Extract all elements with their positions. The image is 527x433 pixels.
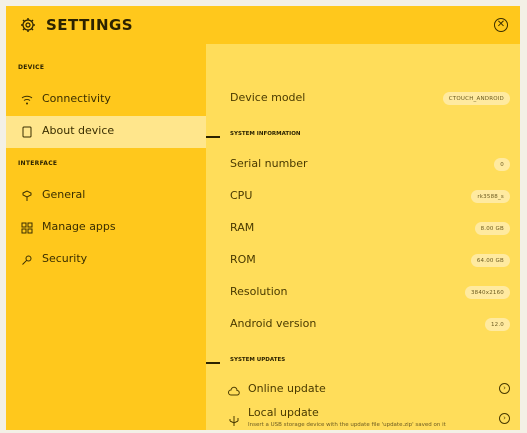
info-value: 64.00 GB [470, 254, 510, 267]
sidebar-item-label: Security [42, 252, 88, 265]
sidebar-item-manage-apps[interactable]: Manage apps [6, 212, 206, 244]
sidebar-item-label: Manage apps [42, 220, 116, 233]
about-device-panel: Device model CTOUCH_ANDROID SYSTEM INFOR… [206, 44, 520, 430]
info-label: RAM [230, 221, 255, 234]
info-label: CPU [230, 189, 253, 202]
page-title: SETTINGS [46, 16, 134, 34]
cloud-icon [228, 383, 240, 396]
info-value: 8.00 GB [474, 222, 510, 235]
sidebar-section-interface: INTERFACE [18, 160, 58, 167]
local-update-description: Insert a USB storage device with the upd… [248, 422, 446, 428]
sidebar-item-label: About device [42, 124, 115, 137]
sidebar-item-connectivity[interactable]: Connectivity [6, 84, 206, 116]
system-updates-heading: SYSTEM UPDATES [206, 354, 520, 370]
usb-icon [228, 412, 240, 426]
online-update-button[interactable]: Online update › [206, 374, 520, 404]
info-row-android-version: Android version 12.0 [206, 308, 520, 340]
key-icon [20, 253, 34, 267]
sidebar-section-device: DEVICE [18, 64, 45, 71]
arrow-right-icon: › [499, 413, 510, 424]
device-model-label: Device model [230, 91, 306, 104]
system-information-heading: SYSTEM INFORMATION [206, 128, 520, 144]
sidebar-item-general[interactable]: General [6, 180, 206, 212]
info-row-serial: Serial number 0 [206, 148, 520, 180]
sidebar-item-about-device[interactable]: About device [6, 116, 206, 148]
info-label: Resolution [230, 285, 288, 298]
general-icon [20, 189, 34, 203]
wifi-icon [20, 93, 34, 107]
tablet-icon [20, 125, 34, 139]
section-divider [206, 362, 220, 364]
info-value: rk3588_s [471, 190, 510, 203]
online-update-label: Online update [248, 382, 326, 395]
info-row-rom: ROM 64.00 GB [206, 244, 520, 276]
gear-icon [20, 17, 36, 33]
arrow-right-icon: › [499, 383, 510, 394]
info-row-ram: RAM 8.00 GB [206, 212, 520, 244]
apps-grid-icon [20, 221, 34, 235]
settings-window: SETTINGS ✕ DEVICE Connectivity About dev… [6, 6, 520, 430]
local-update-button[interactable]: Local update Insert a USB storage device… [206, 404, 520, 430]
sidebar: DEVICE Connectivity About device INTERFA… [6, 44, 206, 430]
info-row-cpu: CPU rk3588_s [206, 180, 520, 212]
header-bar: SETTINGS ✕ [6, 6, 520, 44]
device-model-row: Device model CTOUCH_ANDROID [206, 82, 520, 114]
section-divider [206, 136, 220, 138]
info-value: 0 [494, 158, 510, 171]
device-model-value: CTOUCH_ANDROID [442, 92, 510, 105]
info-row-resolution: Resolution 3840x2160 [206, 276, 520, 308]
sidebar-item-label: General [42, 188, 86, 201]
close-icon[interactable]: ✕ [494, 18, 508, 32]
local-update-label: Local update [248, 406, 319, 419]
info-label: ROM [230, 253, 256, 266]
sidebar-item-security[interactable]: Security [6, 244, 206, 276]
section-title: SYSTEM INFORMATION [230, 131, 301, 137]
info-value: 12.0 [484, 318, 510, 331]
info-label: Android version [230, 317, 317, 330]
info-value: 3840x2160 [464, 286, 510, 299]
section-title: SYSTEM UPDATES [230, 357, 286, 363]
sidebar-item-label: Connectivity [42, 92, 111, 105]
info-label: Serial number [230, 157, 308, 170]
